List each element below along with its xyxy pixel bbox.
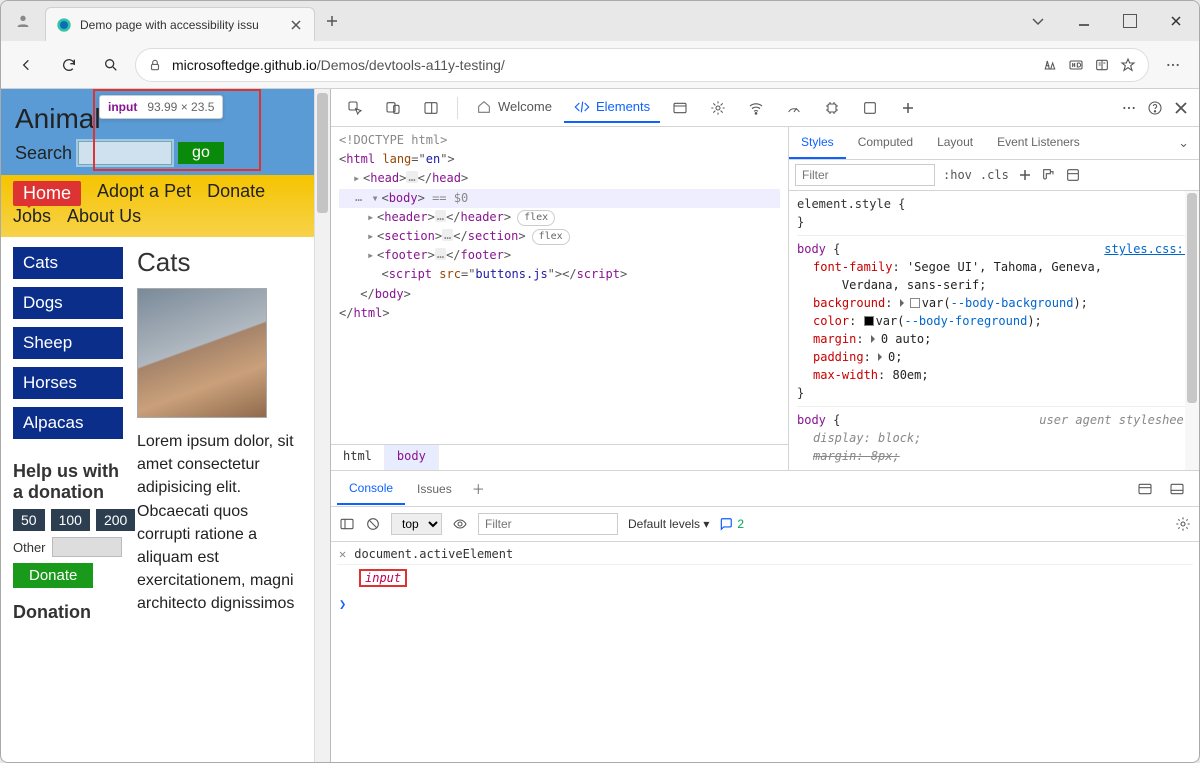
nav-about[interactable]: About Us — [67, 206, 141, 227]
log-levels[interactable]: Default levels — [628, 517, 709, 531]
tab-computed[interactable]: Computed — [846, 127, 925, 159]
sidebar-cats[interactable]: Cats — [13, 247, 123, 279]
console-settings-icon[interactable] — [1175, 516, 1191, 532]
lock-icon — [148, 58, 162, 72]
live-expression-icon[interactable] — [452, 516, 468, 532]
address-bar[interactable]: microsoftedge.github.io/Demos/devtools-a… — [135, 48, 1149, 82]
console-sidebar-icon[interactable] — [339, 516, 355, 532]
refresh-button[interactable] — [51, 47, 87, 83]
favorite-icon[interactable] — [1120, 57, 1136, 73]
sidebar: Cats Dogs Sheep Horses Alpacas Help us w… — [13, 247, 123, 629]
more-icon[interactable] — [1155, 47, 1191, 83]
tab-styles[interactable]: Styles — [789, 127, 846, 159]
console-output[interactable]: ✕document.activeElement input ❯ — [331, 542, 1199, 762]
main-heading: Cats — [137, 247, 302, 278]
amount-100[interactable]: 100 — [51, 509, 90, 531]
search-label: Search — [15, 143, 72, 164]
console-result[interactable]: input — [359, 569, 407, 587]
dock-side-icon[interactable] — [413, 90, 449, 126]
hd-icon[interactable] — [1068, 57, 1084, 73]
nav-adopt[interactable]: Adopt a Pet — [97, 181, 191, 206]
edge-icon — [56, 17, 72, 33]
help-icon[interactable] — [1147, 100, 1163, 116]
context-select[interactable]: top — [391, 513, 442, 535]
performance-icon[interactable] — [776, 90, 812, 126]
window-close[interactable] — [1153, 1, 1199, 41]
sources-icon[interactable] — [700, 90, 736, 126]
more-tabs-icon[interactable] — [852, 90, 888, 126]
styles-rules[interactable]: element.style { } body {styles.css:1 fon… — [789, 191, 1199, 470]
donate-button[interactable]: Donate — [13, 563, 93, 588]
inspect-tooltip: input 93.99 × 23.5 — [99, 95, 223, 119]
new-rule-icon[interactable] — [1017, 167, 1033, 183]
clear-console-icon[interactable] — [365, 516, 381, 532]
amount-50[interactable]: 50 — [13, 509, 45, 531]
dom-breadcrumb[interactable]: html body — [331, 444, 788, 470]
other-amount-input[interactable] — [52, 537, 122, 557]
read-aloud-icon[interactable] — [1042, 57, 1058, 73]
chevron-down-icon[interactable]: ⌄ — [1168, 127, 1199, 159]
inspect-element-icon[interactable] — [337, 90, 373, 126]
reader-icon[interactable] — [1094, 57, 1110, 73]
drawer-add-icon[interactable]: ＋ — [464, 471, 493, 506]
close-tab-icon[interactable] — [288, 17, 304, 33]
search-icon[interactable] — [93, 47, 129, 83]
tab-event-listeners[interactable]: Event Listeners — [985, 127, 1092, 159]
search-input[interactable] — [78, 141, 172, 165]
memory-icon[interactable] — [814, 90, 850, 126]
tab-layout[interactable]: Layout — [925, 127, 985, 159]
amount-200[interactable]: 200 — [96, 509, 135, 531]
clear-entry-icon[interactable]: ✕ — [339, 547, 346, 561]
sidebar-dogs[interactable]: Dogs — [13, 287, 123, 319]
donation-heading: Donation — [13, 602, 123, 623]
cls-toggle[interactable]: .cls — [980, 168, 1009, 182]
tab-welcome[interactable]: Welcome — [466, 93, 562, 123]
rendered-page: Animal Search go input 93.99 × 23.5 Home… — [1, 89, 314, 762]
tab-issues[interactable]: Issues — [405, 474, 464, 504]
issues-badge[interactable]: 2 — [719, 517, 744, 531]
sidebar-sheep[interactable]: Sheep — [13, 327, 123, 359]
hov-toggle[interactable]: :hov — [943, 168, 972, 182]
url-text: microsoftedge.github.io/Demos/devtools-a… — [172, 57, 1032, 73]
styles-filter-input[interactable] — [795, 164, 935, 186]
application-icon[interactable] — [662, 90, 698, 126]
dom-tree[interactable]: <!DOCTYPE html> <html lang="en"> ▸<head>… — [331, 127, 788, 444]
new-tab-button[interactable] — [315, 1, 349, 41]
console-prompt[interactable]: ❯ — [337, 591, 1193, 617]
computed-icon[interactable] — [1065, 167, 1081, 183]
nav-donate[interactable]: Donate — [207, 181, 265, 206]
drawer-dock-icon[interactable] — [1161, 473, 1193, 505]
paint-icon[interactable] — [1041, 167, 1057, 183]
nav-home[interactable]: Home — [13, 181, 81, 206]
tab-elements[interactable]: Elements — [564, 93, 660, 123]
console-filter-input[interactable] — [478, 513, 618, 535]
tab-console[interactable]: Console — [337, 473, 405, 505]
browser-tab[interactable]: Demo page with accessibility issu — [45, 7, 315, 41]
page-scrollbar[interactable] — [314, 89, 330, 762]
sidebar-alpacas[interactable]: Alpacas — [13, 407, 123, 439]
lorem-text: Lorem ipsum dolor, sit amet consectetur … — [137, 430, 302, 616]
window-minimize[interactable] — [1061, 1, 1107, 41]
devtools: Welcome Elements — [331, 89, 1199, 762]
cat-image — [137, 288, 267, 418]
styles-scrollbar[interactable] — [1185, 191, 1199, 470]
back-button[interactable] — [9, 47, 45, 83]
network-icon[interactable] — [738, 90, 774, 126]
device-emulation-icon[interactable] — [375, 90, 411, 126]
devtools-close-icon[interactable] — [1173, 100, 1189, 116]
top-nav: Home Adopt a Pet Donate Jobs About Us — [1, 175, 314, 237]
add-tab-icon[interactable] — [890, 90, 926, 126]
help-heading: Help us with a donation — [13, 461, 123, 503]
go-button[interactable]: go — [178, 142, 224, 164]
devtools-more-icon[interactable] — [1121, 100, 1137, 116]
sidebar-horses[interactable]: Horses — [13, 367, 123, 399]
tab-title: Demo page with accessibility issu — [80, 18, 280, 32]
other-label: Other — [13, 540, 46, 555]
window-maximize[interactable] — [1107, 1, 1153, 41]
drawer-panel-icon[interactable] — [1129, 473, 1161, 505]
profile-button[interactable] — [1, 1, 45, 41]
chevron-down-icon[interactable] — [1015, 1, 1061, 41]
